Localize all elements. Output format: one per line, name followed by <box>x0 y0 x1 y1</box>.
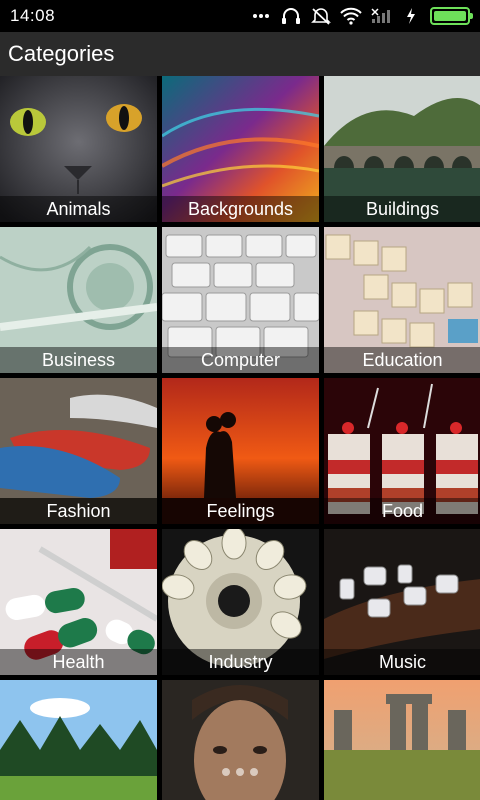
battery-icon <box>430 7 473 25</box>
category-tile-industry[interactable]: Industry <box>162 529 319 675</box>
headphones-icon <box>280 6 302 26</box>
man-portrait-image <box>162 680 319 800</box>
category-tile-computer[interactable]: Computer <box>162 227 319 373</box>
app-bar: Categories <box>0 32 480 76</box>
category-tile-food[interactable]: Food <box>324 378 480 524</box>
battery-fill <box>434 11 466 21</box>
wifi-icon <box>340 6 362 26</box>
category-label: Food <box>324 498 480 524</box>
category-tile-business[interactable]: Business <box>0 227 157 373</box>
category-tile-education[interactable]: Education <box>324 227 480 373</box>
mute-icon <box>310 6 332 26</box>
category-label: Business <box>0 347 157 373</box>
page-indicator <box>222 768 258 776</box>
category-label: Music <box>324 649 480 675</box>
page-dot <box>250 768 258 776</box>
category-tile-portrait[interactable] <box>162 680 319 800</box>
category-tile-feelings[interactable]: Feelings <box>162 378 319 524</box>
category-tile-fashion[interactable]: Fashion <box>0 378 157 524</box>
status-time: 14:08 <box>10 6 56 25</box>
page-dot <box>222 768 230 776</box>
charging-icon <box>400 6 422 26</box>
status-bar: 14:08 <box>0 0 480 32</box>
category-label: Health <box>0 649 157 675</box>
signal-icon <box>370 6 392 26</box>
category-label: Backgrounds <box>162 196 319 222</box>
category-grid[interactable]: Animals Backgrounds Buildings Business C… <box>0 76 480 800</box>
forest-landscape-image <box>0 680 157 800</box>
category-tile-landscape[interactable] <box>0 680 157 800</box>
stonehenge-image <box>324 680 480 800</box>
page-title: Categories <box>8 41 115 66</box>
category-label: Buildings <box>324 196 480 222</box>
category-label: Fashion <box>0 498 157 524</box>
category-tile-music[interactable]: Music <box>324 529 480 675</box>
category-tile-stonehenge[interactable] <box>324 680 480 800</box>
category-label: Computer <box>162 347 319 373</box>
page-dot <box>236 768 244 776</box>
category-label: Industry <box>162 649 319 675</box>
category-tile-buildings[interactable]: Buildings <box>324 76 480 222</box>
category-tile-animals[interactable]: Animals <box>0 76 157 222</box>
category-label: Feelings <box>162 498 319 524</box>
category-tile-health[interactable]: Health <box>0 529 157 675</box>
status-icons <box>250 6 473 26</box>
category-tile-backgrounds[interactable]: Backgrounds <box>162 76 319 222</box>
category-label: Animals <box>0 196 157 222</box>
category-label: Education <box>324 347 480 373</box>
more-dots-icon <box>250 6 272 26</box>
